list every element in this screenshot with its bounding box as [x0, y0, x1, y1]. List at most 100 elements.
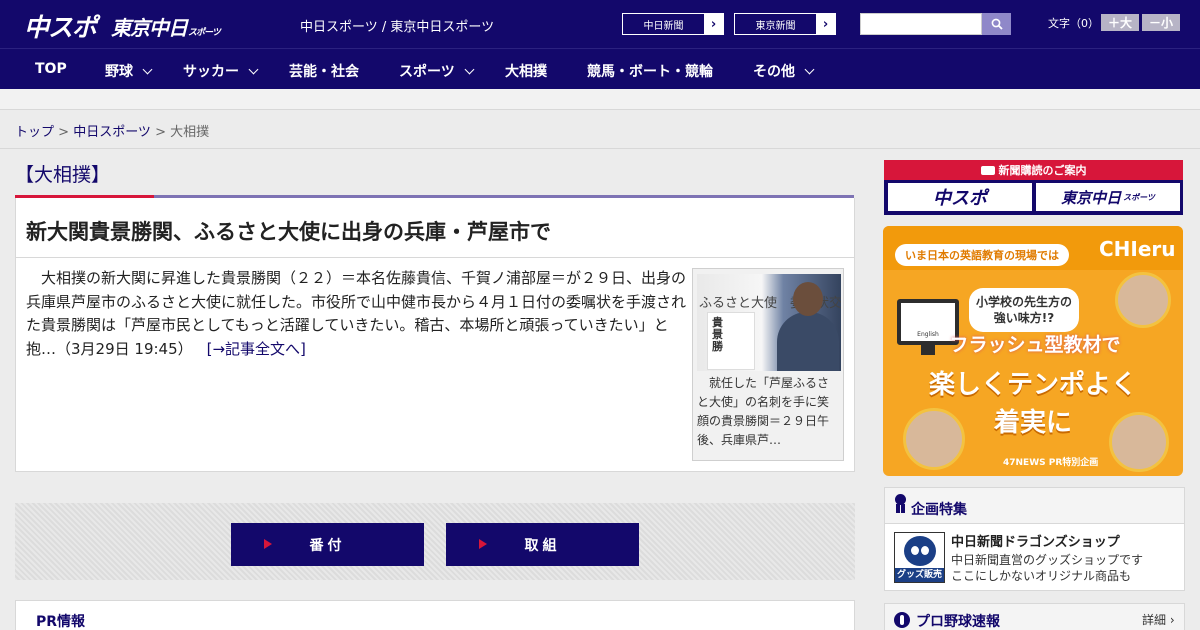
main-nav: TOP 野球 サッカー 芸能・社会 スポーツ 大相撲 競馬・ボート・競輪 その他 — [0, 48, 1200, 89]
nav-item-racing[interactable]: 競馬・ボート・競輪 — [587, 61, 713, 81]
features-title: 企画特集 — [911, 502, 967, 518]
nav-label: 競馬・ボート・競輪 — [587, 64, 713, 80]
features-box: 企画特集 グッズ販売中 中日新聞ドラゴンズショップ 中日新聞直営のグッズショップ… — [884, 487, 1185, 591]
font-size-label: 文字（0） — [1048, 17, 1099, 30]
desc-line: 中日新聞直営のグッズショップです — [951, 553, 1144, 567]
ad-brand-logo: CHIeru — [1099, 237, 1176, 261]
mascot-eye — [921, 546, 929, 555]
pr-section — [15, 600, 855, 630]
ad-tagline: フラッシュ型教材で — [949, 334, 1121, 356]
breadcrumb-top[interactable]: トップ — [15, 125, 54, 140]
dragons-shop-link[interactable]: 中日新聞ドラゴンズショップ — [951, 531, 1120, 550]
dragons-shop-description: 中日新聞直営のグッズショップです ここにしかないオリジナル商品も — [951, 552, 1143, 584]
font-decrease-button[interactable]: －小 — [1142, 14, 1180, 31]
subscribe-tokyo-chunichi-button[interactable]: 東京中日 スポーツ — [1036, 183, 1180, 211]
play-triangle-icon — [479, 539, 487, 549]
mascot-face — [904, 536, 936, 566]
subscribe-chuspo-button[interactable]: 中スポ — [888, 183, 1032, 211]
goods-badge: グッズ販売中 — [895, 568, 944, 582]
ad-headline-2: 着実に — [993, 408, 1072, 438]
tokyo-chunichi-logo[interactable]: 東京中日スポーツ — [111, 12, 221, 41]
nav-item-sumo[interactable]: 大相撲 — [505, 61, 547, 81]
ad-banner[interactable]: いま日本の英語教育の現場では CHIeru English 小学校の先生方の強い… — [883, 226, 1183, 476]
search-icon — [991, 18, 1003, 30]
breadcrumb-divider — [0, 148, 1200, 149]
banzuke-button[interactable]: 番付 — [231, 523, 424, 566]
nav-item-entertainment[interactable]: 芸能・社会 — [289, 61, 359, 81]
baseball-bat-icon — [894, 612, 910, 628]
article-summary: 大相撲の新大関に昇進した貴景勝関（２２）＝本名佐藤貴信、千賀ノ浦部屋＝が２９日、… — [26, 267, 686, 361]
chevron-right-icon: › — [704, 14, 723, 34]
nav-item-other[interactable]: その他 — [753, 61, 815, 81]
search-button[interactable] — [982, 13, 1011, 35]
nav-label: スポーツ — [399, 64, 455, 80]
photo-paper-text: 貴景勝 — [712, 316, 723, 353]
nav-item-soccer[interactable]: サッカー — [183, 61, 259, 81]
photo-caption: 就任した「芦屋ふるさと大使」の名刺を手に笑顔の貴景勝関＝２９日午後、兵庫県芦… — [697, 376, 830, 447]
photo-paper: 貴景勝 — [707, 312, 755, 370]
ribbon-icon — [895, 494, 906, 516]
banzuke-label: 番付 — [309, 537, 346, 554]
chunichi-shimbun-label: 中日新聞 — [643, 20, 684, 32]
search-input[interactable] — [860, 13, 982, 35]
ad-child-photo — [1115, 272, 1171, 328]
headline-divider — [16, 257, 854, 258]
nav-item-baseball[interactable]: 野球 — [105, 61, 153, 81]
breadcrumb: トップ > 中日スポーツ > 大相撲 — [15, 121, 209, 140]
section-title: 【大相撲】 — [15, 164, 111, 186]
breadcrumb-separator: > — [150, 125, 171, 140]
header-spacer — [0, 89, 1200, 110]
dragons-shop-thumbnail[interactable]: グッズ販売中 — [894, 532, 945, 583]
subscribe-tokyo-small: スポーツ — [1123, 192, 1155, 202]
article-photo: ふるさと大使 委嘱状交 貴景勝 — [697, 274, 841, 371]
chuspo-logo[interactable]: 中スポ — [24, 8, 97, 44]
article-body: 大相撲の新大関に昇進した貴景勝関（２２）＝本名佐藤貴信、千賀ノ浦部屋＝が２９日、… — [26, 269, 687, 358]
chevron-down-icon — [464, 64, 475, 74]
ad-speech-bubble: 小学校の先生方の強い味方!? — [969, 288, 1079, 332]
nav-label: その他 — [753, 64, 795, 80]
features-header: 企画特集 — [885, 488, 1184, 524]
ad-pill: いま日本の英語教育の現場では — [895, 244, 1069, 266]
nav-label: TOP — [35, 61, 67, 77]
pr-title: PR情報 — [36, 614, 86, 630]
ad-headline-1: 楽しくテンポよく — [928, 370, 1137, 400]
subscribe-tokyo-label: 東京中日 — [1061, 188, 1122, 207]
tokyo-logo-text: 東京中日 — [111, 16, 188, 40]
photo-person-body — [777, 312, 839, 371]
torikumi-button[interactable]: 取組 — [446, 523, 639, 566]
article-headline[interactable]: 新大関貴景勝関、ふるさと大使に出身の兵庫・芦屋市で — [26, 216, 551, 246]
ad-footer: 47NEWS PR特別企画 — [1003, 458, 1099, 468]
read-more-link[interactable]: [→記事全文へ] — [207, 340, 306, 358]
nav-label: 野球 — [105, 64, 133, 80]
font-increase-button[interactable]: ＋大 — [1101, 14, 1139, 31]
subscription-heading-text: 新聞購読のご案内 — [998, 164, 1087, 177]
torikumi-label: 取組 — [524, 537, 561, 554]
newspaper-icon — [980, 166, 995, 175]
chevron-down-icon — [804, 64, 815, 74]
npb-details-link[interactable]: 詳細 › — [1142, 611, 1175, 628]
nav-item-top[interactable]: TOP — [35, 61, 67, 77]
desc-line: ここにしかないオリジナル商品も — [951, 569, 1132, 583]
sumo-button-band — [15, 503, 855, 580]
npb-scores-title: プロ野球速報 — [916, 614, 1000, 630]
photo-person-head — [793, 282, 823, 316]
chevron-down-icon — [142, 64, 153, 74]
nav-label: サッカー — [183, 64, 239, 80]
tokyo-shimbun-label: 東京新聞 — [755, 20, 796, 32]
nav-label: 芸能・社会 — [289, 64, 359, 80]
tokyo-shimbun-link[interactable]: 東京新聞 › — [734, 13, 836, 35]
chevron-down-icon — [248, 64, 259, 74]
ad-headline: 楽しくテンポよく 着実に — [883, 366, 1183, 442]
nav-item-sports[interactable]: スポーツ — [399, 61, 475, 81]
mascot-eye — [911, 546, 919, 555]
breadcrumb-chunichi-sports[interactable]: 中日スポーツ — [73, 125, 151, 140]
chunichi-shimbun-link[interactable]: 中日新聞 › — [622, 13, 724, 35]
chevron-right-icon: › — [816, 14, 835, 34]
site-title: 中日スポーツ / 東京中日スポーツ — [300, 20, 495, 35]
site-header: 中スポ 東京中日スポーツ 中日スポーツ / 東京中日スポーツ 中日新聞 › 東京… — [0, 0, 1200, 48]
tokyo-logo-small: スポーツ — [188, 28, 221, 38]
subscription-heading: 新聞購読のご案内 — [884, 162, 1183, 178]
play-triangle-icon — [264, 539, 272, 549]
breadcrumb-current: 大相撲 — [170, 125, 210, 140]
nav-label: 大相撲 — [505, 64, 547, 80]
